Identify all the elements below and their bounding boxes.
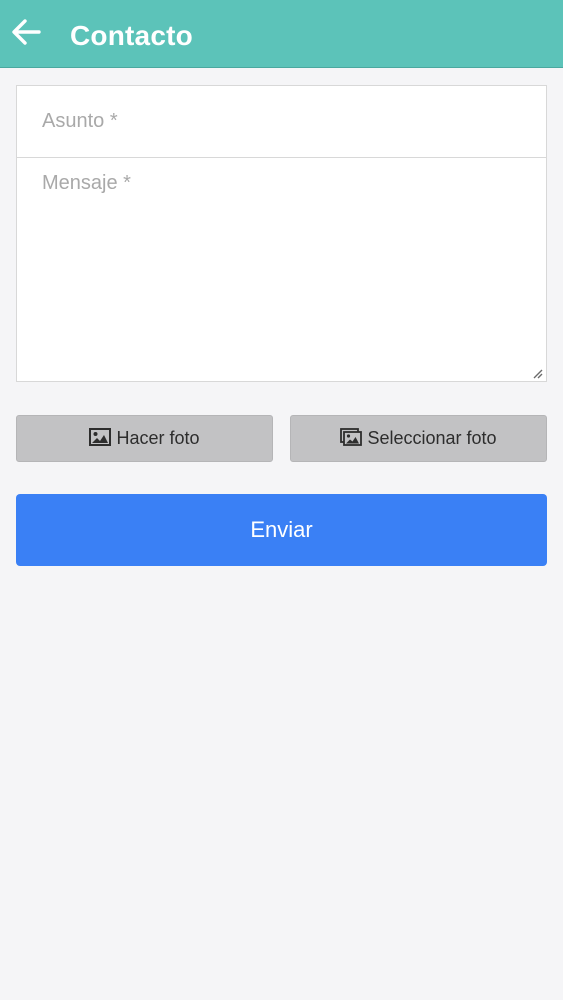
take-photo-label: Hacer foto [116, 428, 200, 448]
images-icon [340, 427, 363, 446]
select-photo-button[interactable]: Seleccionar foto [290, 415, 547, 462]
page-title: Contacto [70, 20, 193, 51]
message-textarea[interactable] [17, 158, 546, 381]
send-label: Enviar [250, 517, 313, 542]
subject-input[interactable] [17, 86, 546, 158]
take-photo-button[interactable]: Hacer foto [16, 415, 273, 462]
contact-form [16, 85, 547, 382]
image-icon [89, 427, 112, 446]
select-photo-label: Seleccionar foto [367, 428, 497, 448]
arrow-left-icon [11, 18, 41, 50]
send-button[interactable]: Enviar [16, 494, 547, 566]
back-button[interactable] [4, 10, 48, 58]
resize-handle-icon[interactable] [531, 366, 543, 379]
app-bar: Contacto [0, 0, 563, 68]
